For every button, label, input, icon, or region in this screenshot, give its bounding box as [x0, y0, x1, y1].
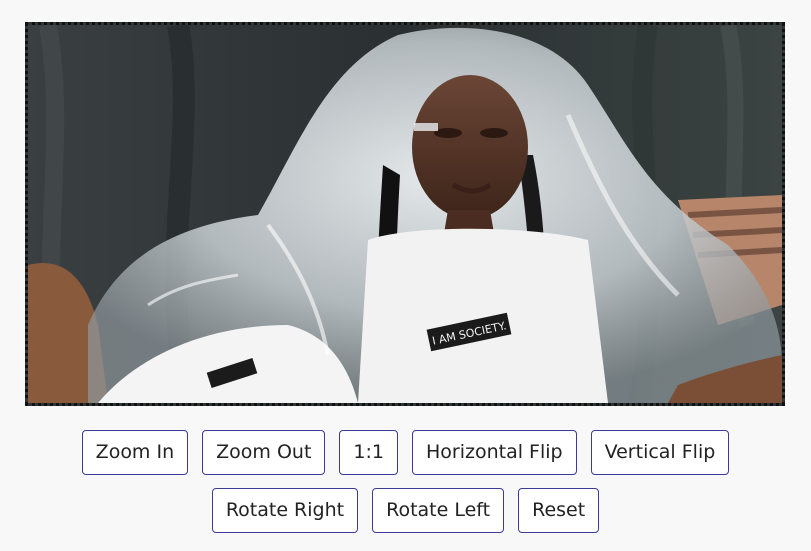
rotate-right-button[interactable]: Rotate Right [211, 488, 359, 533]
horizontal-flip-button[interactable]: Horizontal Flip [411, 430, 577, 475]
toolbar-row-primary: Zoom In Zoom Out 1:1 Horizontal Flip Ver… [0, 430, 811, 475]
vertical-flip-button[interactable]: Vertical Flip [590, 430, 730, 475]
image-viewer[interactable]: I AM SOCIETY. [25, 22, 785, 406]
one-to-one-button[interactable]: 1:1 [339, 430, 398, 475]
reset-button[interactable]: Reset [518, 488, 600, 533]
viewer-image[interactable]: I AM SOCIETY. [28, 25, 782, 403]
toolbar-row-secondary: Rotate Right Rotate Left Reset [0, 488, 811, 533]
zoom-in-button[interactable]: Zoom In [81, 430, 189, 475]
zoom-out-button[interactable]: Zoom Out [202, 430, 326, 475]
rotate-left-button[interactable]: Rotate Left [372, 488, 505, 533]
